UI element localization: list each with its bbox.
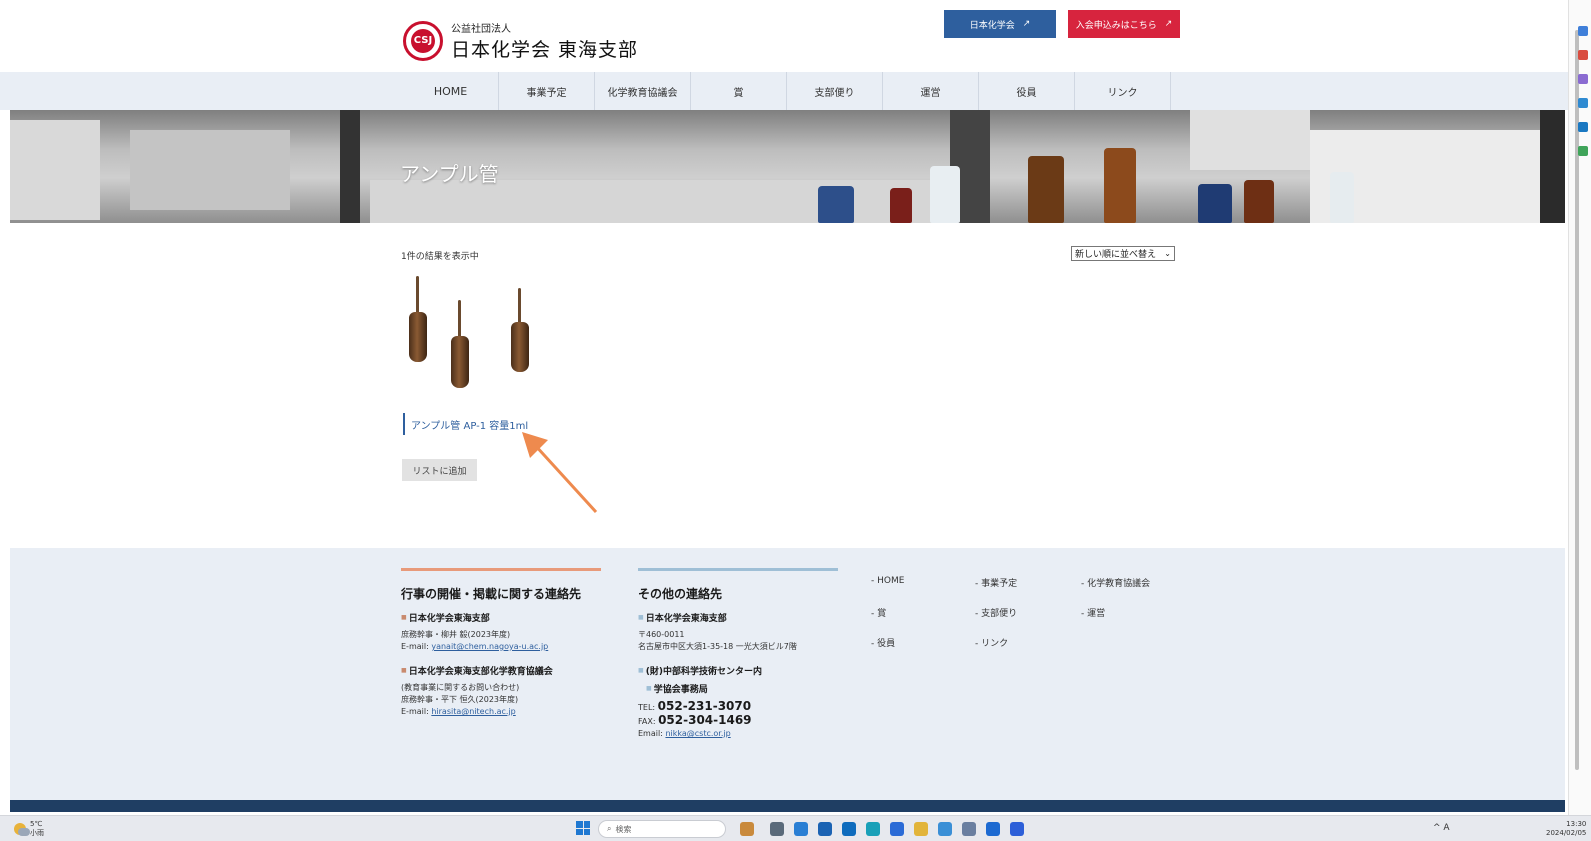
sidebar-app-icon[interactable] <box>1578 50 1588 60</box>
sidebar-app-icon[interactable] <box>1578 74 1588 84</box>
taskbar-app-icon[interactable] <box>1010 822 1024 836</box>
weather-icon <box>14 823 30 836</box>
search-icon: ⌕ <box>607 824 612 833</box>
system-tray[interactable]: ^ A <box>1433 823 1450 833</box>
page-title: アンプル管 <box>400 162 499 186</box>
taskbar-app-icon[interactable] <box>740 822 754 836</box>
nav-item-management[interactable]: 運営 <box>883 72 979 110</box>
hero-banner: アンプル管 <box>10 110 1565 223</box>
sidebar-app-icon[interactable] <box>1578 146 1588 156</box>
footer-link-newsletter[interactable]: - 支部便り <box>975 606 1017 619</box>
footer-link-schedule[interactable]: - 事業予定 <box>975 576 1017 589</box>
taskbar-app-icon[interactable] <box>794 822 808 836</box>
sort-select[interactable]: 新しい順に並べ替え ⌄ <box>1071 246 1175 261</box>
nav-item-award[interactable]: 賞 <box>691 72 787 110</box>
email-link[interactable]: nikka@cstc.or.jp <box>665 729 730 738</box>
scrollbar-thumb[interactable] <box>1575 30 1579 770</box>
taskbar-app-icon[interactable] <box>770 822 784 836</box>
nav-item-newsletter[interactable]: 支部便り <box>787 72 883 110</box>
product-title-link[interactable]: アンプル管 AP-1 容量1ml <box>403 413 528 435</box>
nav-item-officers[interactable]: 役員 <box>979 72 1075 110</box>
result-count: 1件の結果を表示中 <box>401 252 479 262</box>
site-logo[interactable]: CSJ 公益社団法人 日本化学会 東海支部 <box>403 20 638 62</box>
tel-number: 052-231-3070 <box>657 699 752 713</box>
taskbar-app-icon[interactable] <box>890 822 904 836</box>
start-button-icon[interactable] <box>576 821 590 835</box>
chevron-down-icon: ⌄ <box>1164 249 1171 258</box>
taskbar-app-icon[interactable] <box>842 822 856 836</box>
footer-contact-other: その他の連絡先 日本化学会東海支部 〒460-0011 名古屋市中区大須1-35… <box>638 568 838 751</box>
main-nav: HOME 事業予定 化学教育協議会 賞 支部便り 運営 役員 リンク <box>0 72 1568 110</box>
footer-heading: その他の連絡先 <box>638 587 723 601</box>
sidebar-app-icon[interactable] <box>1578 26 1588 36</box>
add-to-list-button[interactable]: リストに追加 <box>402 459 477 481</box>
nav-item-education-council[interactable]: 化学教育協議会 <box>595 72 691 110</box>
footer-link-links[interactable]: - リンク <box>975 636 1008 649</box>
csj-link-button[interactable]: 日本化学会 ↗ <box>944 10 1056 38</box>
footer-menu: - HOME - 事業予定 - 化学教育協議会 - 賞 - 支部便り - 運営 … <box>871 576 1211 666</box>
product-image[interactable] <box>401 276 536 388</box>
org-name: 日本化学会 東海支部 <box>451 39 639 61</box>
external-link-icon: ↗ <box>1022 19 1031 29</box>
taskbar-app-icon[interactable] <box>818 822 832 836</box>
sidebar-app-icon[interactable] <box>1578 122 1588 132</box>
clock[interactable]: 13:30 2024/02/05 <box>1546 820 1586 838</box>
org-prefix: 公益社団法人 <box>451 24 511 35</box>
sidebar-app-icon[interactable] <box>1578 98 1588 108</box>
external-link-icon: ↗ <box>1164 19 1173 29</box>
annotation-arrow-icon <box>522 432 598 514</box>
csj-logo-icon: CSJ <box>403 21 443 61</box>
footer-bottom-bar <box>10 800 1565 812</box>
footer-link-management[interactable]: - 運営 <box>1081 606 1105 619</box>
join-button[interactable]: 入会申込みはこちら ↗ <box>1068 10 1180 38</box>
taskbar-app-icon[interactable] <box>938 822 952 836</box>
footer-link-officers[interactable]: - 役員 <box>871 636 895 649</box>
fax-number: 052-304-1469 <box>658 713 752 727</box>
nav-item-home[interactable]: HOME <box>403 72 499 110</box>
os-taskbar: 5℃ 小雨 ⌕ 検索 ^ A 13:30 2024/02/05 <box>0 815 1591 841</box>
footer-link-home[interactable]: - HOME <box>871 576 904 586</box>
email-link[interactable]: hirasita@nitech.ac.jp <box>431 707 515 716</box>
footer-contact-events: 行事の開催・掲載に関する連絡先 日本化学会東海支部 庶務幹事・柳井 毅(2023… <box>401 568 601 729</box>
weather-widget[interactable]: 5℃ 小雨 <box>14 820 44 838</box>
nav-item-links[interactable]: リンク <box>1075 72 1171 110</box>
taskbar-app-icon[interactable] <box>962 822 976 836</box>
footer-link-award[interactable]: - 賞 <box>871 606 886 619</box>
folder-icon[interactable] <box>914 822 928 836</box>
email-link[interactable]: yanait@chem.nagoya-u.ac.jp <box>431 642 548 651</box>
site-header: CSJ 公益社団法人 日本化学会 東海支部 日本化学会 ↗ 入会申込みはこちら … <box>0 0 1568 72</box>
browser-icon[interactable] <box>866 822 880 836</box>
nav-item-schedule[interactable]: 事業予定 <box>499 72 595 110</box>
footer-heading: 行事の開催・掲載に関する連絡先 <box>401 587 582 601</box>
taskbar-search[interactable]: ⌕ 検索 <box>598 820 726 838</box>
taskbar-app-icon[interactable] <box>986 822 1000 836</box>
footer-link-education-council[interactable]: - 化学教育協議会 <box>1081 576 1150 589</box>
